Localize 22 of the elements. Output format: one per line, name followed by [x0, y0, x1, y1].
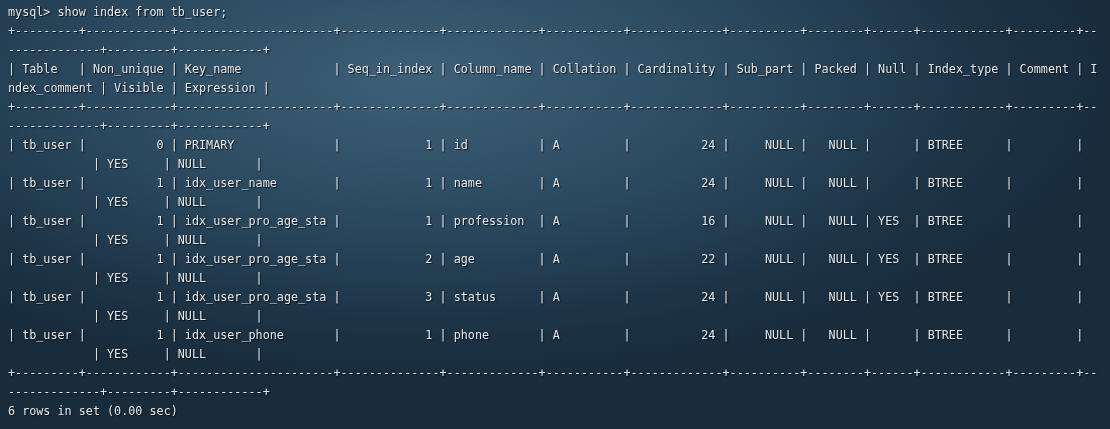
output-line: | YES | NULL | — [91, 232, 263, 249]
output-line: | tb_user | 1 | idx_user_pro_age_sta | 1 | profession | A | 16 | NULL | NULL | YES | BTREE | | — [8, 213, 1084, 230]
output-line: | tb_user | 0 | PRIMARY | 1 | id | A | 24 | NULL | NULL | | BTREE | | — [8, 137, 1084, 154]
output-line: -------------+---------+------------+ — [8, 118, 270, 135]
output-line: | YES | NULL | — [91, 346, 263, 363]
output-line: +---------+------------+----------------------+--------------+-------------+-----------+-------------+----------+--------+------+------------+---------+-- — [8, 23, 1098, 40]
output-line: | YES | NULL | — [91, 194, 263, 211]
command-line: mysql> show index from tb_user; — [8, 4, 228, 21]
output-line: ndex_comment | Visible | Expression | — [8, 80, 270, 97]
output-line: | YES | NULL | — [91, 270, 263, 287]
output-line: | tb_user | 1 | idx_user_name | 1 | name | A | 24 | NULL | NULL | | BTREE | | — [8, 175, 1084, 192]
output-line: | YES | NULL | — [91, 308, 263, 325]
output-line: | tb_user | 1 | idx_user_phone | 1 | phone | A | 24 | NULL | NULL | | BTREE | | — [8, 327, 1084, 344]
output-line: +---------+------------+----------------------+--------------+-------------+-----------+-------------+----------+--------+------+------------+---------+-- — [8, 365, 1098, 382]
output-line: -------------+---------+------------+ — [8, 384, 270, 401]
output-line: | Table | Non_unique | Key_name | Seq_in_index | Column_name | Collation | Cardinality | Sub_part | Packed | Null | Index_type | Comment | I — [8, 61, 1098, 78]
output-line: +---------+------------+----------------------+--------------+-------------+-----------+-------------+----------+--------+------+------------+---------+-- — [8, 99, 1098, 116]
output-line: | YES | NULL | — [91, 156, 263, 173]
output-line: | tb_user | 1 | idx_user_pro_age_sta | 3 | status | A | 24 | NULL | NULL | YES | BTREE | | — [8, 289, 1084, 306]
output-line: -------------+---------+------------+ — [8, 42, 270, 59]
output-line: | tb_user | 1 | idx_user_pro_age_sta | 2 | age | A | 22 | NULL | NULL | YES | BTREE | | — [8, 251, 1084, 268]
status-text: 6 rows in set (0.00 sec) — [8, 403, 178, 420]
